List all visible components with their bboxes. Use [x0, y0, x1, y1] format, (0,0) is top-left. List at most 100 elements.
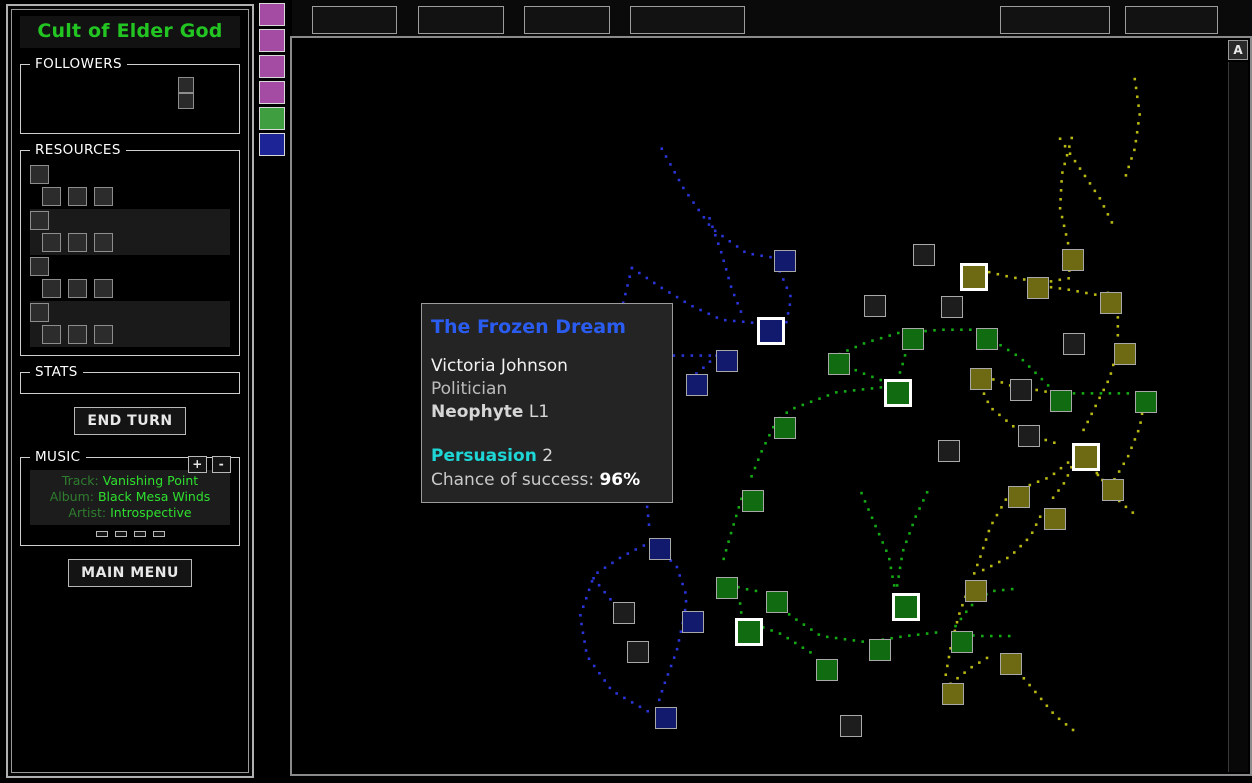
tab-log[interactable]: [524, 6, 610, 34]
map-node[interactable]: [1063, 333, 1085, 355]
map-node[interactable]: [1027, 277, 1049, 299]
strip-icon-x[interactable]: [259, 29, 285, 52]
map-node[interactable]: [941, 296, 963, 318]
map-node[interactable]: [1044, 508, 1066, 530]
map-node[interactable]: [938, 440, 960, 462]
map-node[interactable]: [655, 707, 677, 729]
map-node[interactable]: [965, 580, 987, 602]
main-menu-button[interactable]: MAIN MENU: [68, 559, 192, 587]
map-node[interactable]: [892, 593, 920, 621]
map-node[interactable]: [682, 611, 704, 633]
map-node[interactable]: [649, 538, 671, 560]
map-node[interactable]: [735, 618, 763, 646]
tab-options[interactable]: [630, 6, 745, 34]
tooltip-level: L1: [529, 402, 549, 422]
map-node[interactable]: [828, 353, 850, 375]
scroll-up-button[interactable]: A: [1228, 40, 1248, 60]
resources-panel: RESOURCES: [20, 142, 240, 356]
map-node[interactable]: [902, 328, 924, 350]
music-pause-button[interactable]: [115, 531, 127, 537]
resource-convert-button[interactable]: [68, 325, 87, 344]
map-node[interactable]: [942, 683, 964, 705]
resource-convert-button[interactable]: [42, 325, 61, 344]
sidebar: Cult of Elder God FOLLOWERS RESOURCES ST…: [6, 4, 254, 778]
strip-icon-i-blue[interactable]: [259, 133, 285, 156]
resource-convert-button[interactable]: [68, 279, 87, 298]
volume-down-button[interactable]: -: [212, 456, 231, 473]
resources-legend: RESOURCES: [30, 142, 126, 158]
music-transport-buttons: [30, 531, 230, 537]
map-node[interactable]: [774, 417, 796, 439]
music-album-label: Album:: [50, 489, 94, 504]
map-node[interactable]: [840, 715, 862, 737]
follower-add-button[interactable]: [178, 93, 194, 109]
map-node[interactable]: [716, 350, 738, 372]
volume-up-button[interactable]: +: [188, 456, 207, 473]
map-node[interactable]: [976, 328, 998, 350]
map-node[interactable]: [716, 577, 738, 599]
map-node[interactable]: [766, 591, 788, 613]
map-node[interactable]: [1135, 391, 1157, 413]
tab-manual[interactable]: [1000, 6, 1110, 34]
resource-header: [30, 303, 230, 322]
map-node[interactable]: [1008, 486, 1030, 508]
map-node[interactable]: [816, 659, 838, 681]
map-node[interactable]: [774, 250, 796, 272]
resource-convert-button[interactable]: [68, 233, 87, 252]
map-node[interactable]: [913, 244, 935, 266]
resource-convert-button[interactable]: [68, 187, 87, 206]
map-node[interactable]: [1050, 390, 1072, 412]
map-node[interactable]: [627, 641, 649, 663]
resource-convert-button[interactable]: [42, 279, 61, 298]
resource-convert-button[interactable]: [94, 187, 113, 206]
map-node[interactable]: [1010, 379, 1032, 401]
faction-icon-strip: [259, 3, 285, 156]
strip-icon-s-green[interactable]: [259, 107, 285, 130]
end-turn-button[interactable]: END TURN: [74, 407, 185, 435]
resource-convert-row: [30, 325, 230, 344]
resource-convert-button[interactable]: [42, 187, 61, 206]
map-node[interactable]: [1100, 292, 1122, 314]
strip-icon-blank-2[interactable]: [259, 81, 285, 104]
tab-cults[interactable]: [312, 6, 397, 34]
resource-convert-button[interactable]: [94, 233, 113, 252]
map-node[interactable]: [1072, 443, 1100, 471]
map-node[interactable]: [686, 374, 708, 396]
music-play-button[interactable]: [96, 531, 108, 537]
music-legend: MUSIC: [30, 449, 86, 465]
follower-row: [30, 93, 230, 109]
map-node[interactable]: [742, 490, 764, 512]
strip-icon-blank-1[interactable]: [259, 3, 285, 26]
map-node[interactable]: [613, 602, 635, 624]
resource-convert-button[interactable]: [94, 279, 113, 298]
map-node[interactable]: [1000, 653, 1022, 675]
follower-add-button[interactable]: [178, 77, 194, 93]
map-node[interactable]: [970, 368, 992, 390]
resource-convert-button[interactable]: [94, 325, 113, 344]
resource-convert-button[interactable]: [42, 233, 61, 252]
map-node[interactable]: [960, 263, 988, 291]
cult-title: Cult of Elder God: [20, 16, 240, 48]
music-panel: MUSIC + - Track: Vanishing Point Album: …: [20, 449, 240, 546]
map-scrollbar-track[interactable]: [1228, 62, 1248, 772]
tab-sects[interactable]: [418, 6, 504, 34]
music-artist-label: Artist:: [68, 505, 106, 520]
map-node[interactable]: [1062, 249, 1084, 271]
music-random-button[interactable]: [153, 531, 165, 537]
music-stop-button[interactable]: [134, 531, 146, 537]
follower-row: [30, 109, 230, 125]
tab-about[interactable]: [1125, 6, 1218, 34]
strip-icon-i-purple[interactable]: [259, 55, 285, 78]
resource-block: [30, 209, 230, 255]
map-node[interactable]: [1114, 343, 1136, 365]
map-node[interactable]: [864, 295, 886, 317]
map-node[interactable]: [1102, 479, 1124, 501]
person-tooltip: The Frozen Dream Victoria Johnson Politi…: [421, 303, 673, 503]
map-node[interactable]: [1018, 425, 1040, 447]
stats-panel: STATS: [20, 364, 240, 394]
map-node[interactable]: [951, 631, 973, 653]
map-node[interactable]: [869, 639, 891, 661]
sidebar-inner: Cult of Elder God FOLLOWERS RESOURCES ST…: [11, 9, 249, 773]
map-node[interactable]: [757, 317, 785, 345]
map-node[interactable]: [884, 379, 912, 407]
